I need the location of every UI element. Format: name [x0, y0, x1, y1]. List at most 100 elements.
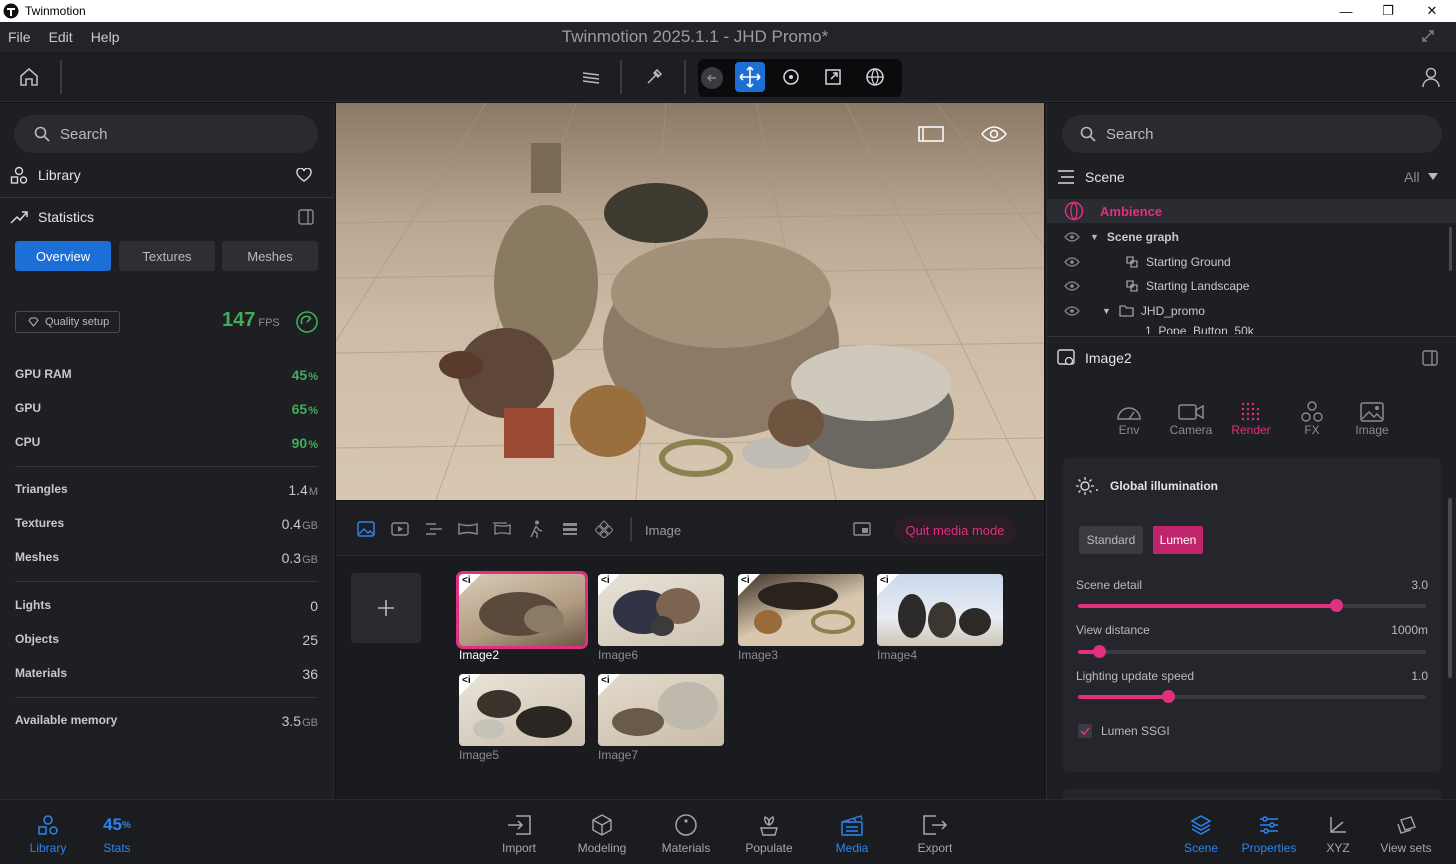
chevron-down-icon[interactable] — [1428, 173, 1438, 181]
eye-icon[interactable] — [1064, 281, 1080, 291]
sequence-icon[interactable] — [424, 520, 444, 538]
image-mode-icon[interactable] — [356, 520, 376, 538]
maximize-button[interactable]: ❐ — [1366, 0, 1410, 22]
tab-overview[interactable]: Overview — [15, 241, 111, 271]
tab-image[interactable]: Image — [1342, 401, 1402, 437]
nav-export[interactable]: Export — [900, 812, 970, 855]
add-media-button[interactable] — [351, 573, 421, 643]
lumen-ssgi-checkbox[interactable] — [1078, 724, 1092, 738]
slider-knob[interactable] — [1092, 645, 1106, 658]
statistics-panel: Search Library Statistics Overview Textu… — [0, 103, 334, 799]
library-search-input[interactable]: Search — [14, 115, 318, 153]
quit-media-mode-button[interactable]: Quit media mode — [894, 516, 1016, 544]
tree-row[interactable]: ▼ Scene graph — [1047, 225, 1447, 249]
media-thumb-image2[interactable]: <i — [456, 571, 588, 649]
panorama-icon[interactable] — [458, 520, 478, 538]
slider-knob[interactable] — [1162, 690, 1176, 703]
stat-label: GPU RAM — [15, 367, 72, 381]
properties-header: Image2 — [1047, 346, 1447, 370]
panel-toggle-icon[interactable] — [1422, 350, 1438, 366]
tree-row[interactable]: 1_Pope_Button_50k — [1047, 324, 1447, 334]
expand-arrow-icon[interactable]: ▼ — [1090, 232, 1099, 242]
close-button[interactable]: ✕ — [1410, 0, 1454, 22]
media-thumb-image7[interactable]: <i — [598, 674, 724, 746]
media-thumb-image5[interactable]: <i — [459, 674, 585, 746]
tree-row[interactable]: Starting Landscape — [1047, 274, 1447, 298]
back-arrow-icon[interactable] — [699, 65, 725, 91]
minimize-button[interactable]: — — [1324, 0, 1368, 22]
nav-media[interactable]: Media — [817, 812, 887, 855]
home-icon[interactable] — [18, 66, 40, 88]
properties-scrollbar[interactable] — [1448, 498, 1452, 678]
user-icon[interactable] — [1418, 64, 1444, 90]
tree-row[interactable]: Starting Ground — [1047, 250, 1447, 274]
tab-fx[interactable]: FX — [1282, 401, 1342, 437]
tab-env[interactable]: Env — [1099, 401, 1159, 437]
scale-icon[interactable] — [820, 64, 846, 90]
nav-properties[interactable]: Properties — [1234, 812, 1304, 855]
nav-label: Populate — [745, 841, 793, 855]
stat-unit: % — [308, 439, 318, 451]
fps-gauge-icon[interactable] — [296, 311, 318, 333]
nav-populate[interactable]: Populate — [734, 812, 804, 855]
nav-xyz[interactable]: XYZ — [1303, 812, 1373, 855]
tab-textures[interactable]: Textures — [119, 241, 215, 271]
eye-icon[interactable] — [1064, 257, 1080, 267]
eye-icon[interactable] — [1064, 232, 1080, 242]
expand-arrow-icon[interactable]: ▼ — [1102, 306, 1111, 316]
media-grid: <i Image2 <i Image6 <i Image3 <i Image4 … — [336, 557, 1044, 799]
walk-icon[interactable] — [526, 520, 546, 538]
slider-track[interactable] — [1078, 645, 1426, 658]
phasing-icon[interactable] — [594, 520, 614, 538]
rotate-icon[interactable] — [778, 64, 804, 90]
library-row[interactable]: Library — [0, 166, 334, 184]
nav-modeling[interactable]: Modeling — [567, 812, 637, 855]
scene-filter-dropdown[interactable]: All — [1404, 169, 1420, 185]
tab-render[interactable]: Render — [1221, 401, 1281, 437]
nav-import[interactable]: Import — [484, 812, 554, 855]
stat-label: Textures — [15, 516, 65, 530]
tab-camera[interactable]: Camera — [1161, 401, 1221, 437]
slider-track[interactable] — [1078, 690, 1426, 703]
globe-icon[interactable] — [862, 64, 888, 90]
nav-stats[interactable]: 45% Stats — [82, 812, 152, 855]
panel-toggle-icon[interactable] — [298, 209, 314, 225]
media-thumb-image6[interactable]: <i — [598, 574, 724, 646]
expand-icon[interactable] — [1420, 28, 1436, 44]
layers-icon[interactable] — [578, 64, 604, 90]
stack-icon[interactable] — [560, 520, 580, 538]
gi-standard-button[interactable]: Standard — [1079, 526, 1143, 554]
picture-in-picture-icon[interactable] — [852, 520, 872, 538]
stat-available-memory: Available memory 3.5GB — [15, 713, 318, 729]
gi-lumen-button[interactable]: Lumen — [1153, 526, 1203, 554]
quality-setup-button[interactable]: Quality setup — [15, 311, 120, 333]
eye-icon[interactable] — [981, 125, 1007, 143]
media-thumb-image3[interactable]: <i — [738, 574, 864, 646]
eye-icon[interactable] — [1064, 306, 1080, 316]
stat-unit: GB — [302, 717, 318, 729]
nav-view-sets[interactable]: View sets — [1371, 812, 1441, 855]
ambience-row[interactable]: Ambience — [1047, 199, 1456, 223]
tree-scrollbar[interactable] — [1449, 227, 1452, 271]
video-icon[interactable] — [390, 520, 410, 538]
thumb-badge: <i — [462, 575, 471, 586]
slider-knob[interactable] — [1329, 599, 1343, 612]
tab-meshes[interactable]: Meshes — [222, 241, 318, 271]
nav-library[interactable]: Library — [13, 812, 83, 855]
nav-materials[interactable]: Materials — [651, 812, 721, 855]
nav-scene[interactable]: Scene — [1166, 812, 1236, 855]
lumen-ssgi-row[interactable]: Lumen SSGI — [1078, 724, 1170, 738]
slider-track[interactable] — [1078, 599, 1426, 612]
heart-icon[interactable] — [296, 168, 312, 182]
eyedropper-icon[interactable] — [641, 64, 667, 90]
statistics-row[interactable]: Statistics — [0, 209, 334, 225]
tree-row[interactable]: ▼ JHD_promo — [1047, 299, 1447, 323]
scene-search-input[interactable]: Search — [1062, 115, 1442, 153]
tab-label: Render — [1231, 423, 1271, 437]
3d-viewport[interactable] — [336, 103, 1044, 500]
aspect-ratio-icon[interactable] — [918, 125, 944, 143]
stat-unit: % — [308, 405, 318, 417]
move-tool-button[interactable] — [735, 62, 765, 92]
panorama-set-icon[interactable] — [492, 520, 512, 538]
media-thumb-image4[interactable]: <i — [877, 574, 1003, 646]
